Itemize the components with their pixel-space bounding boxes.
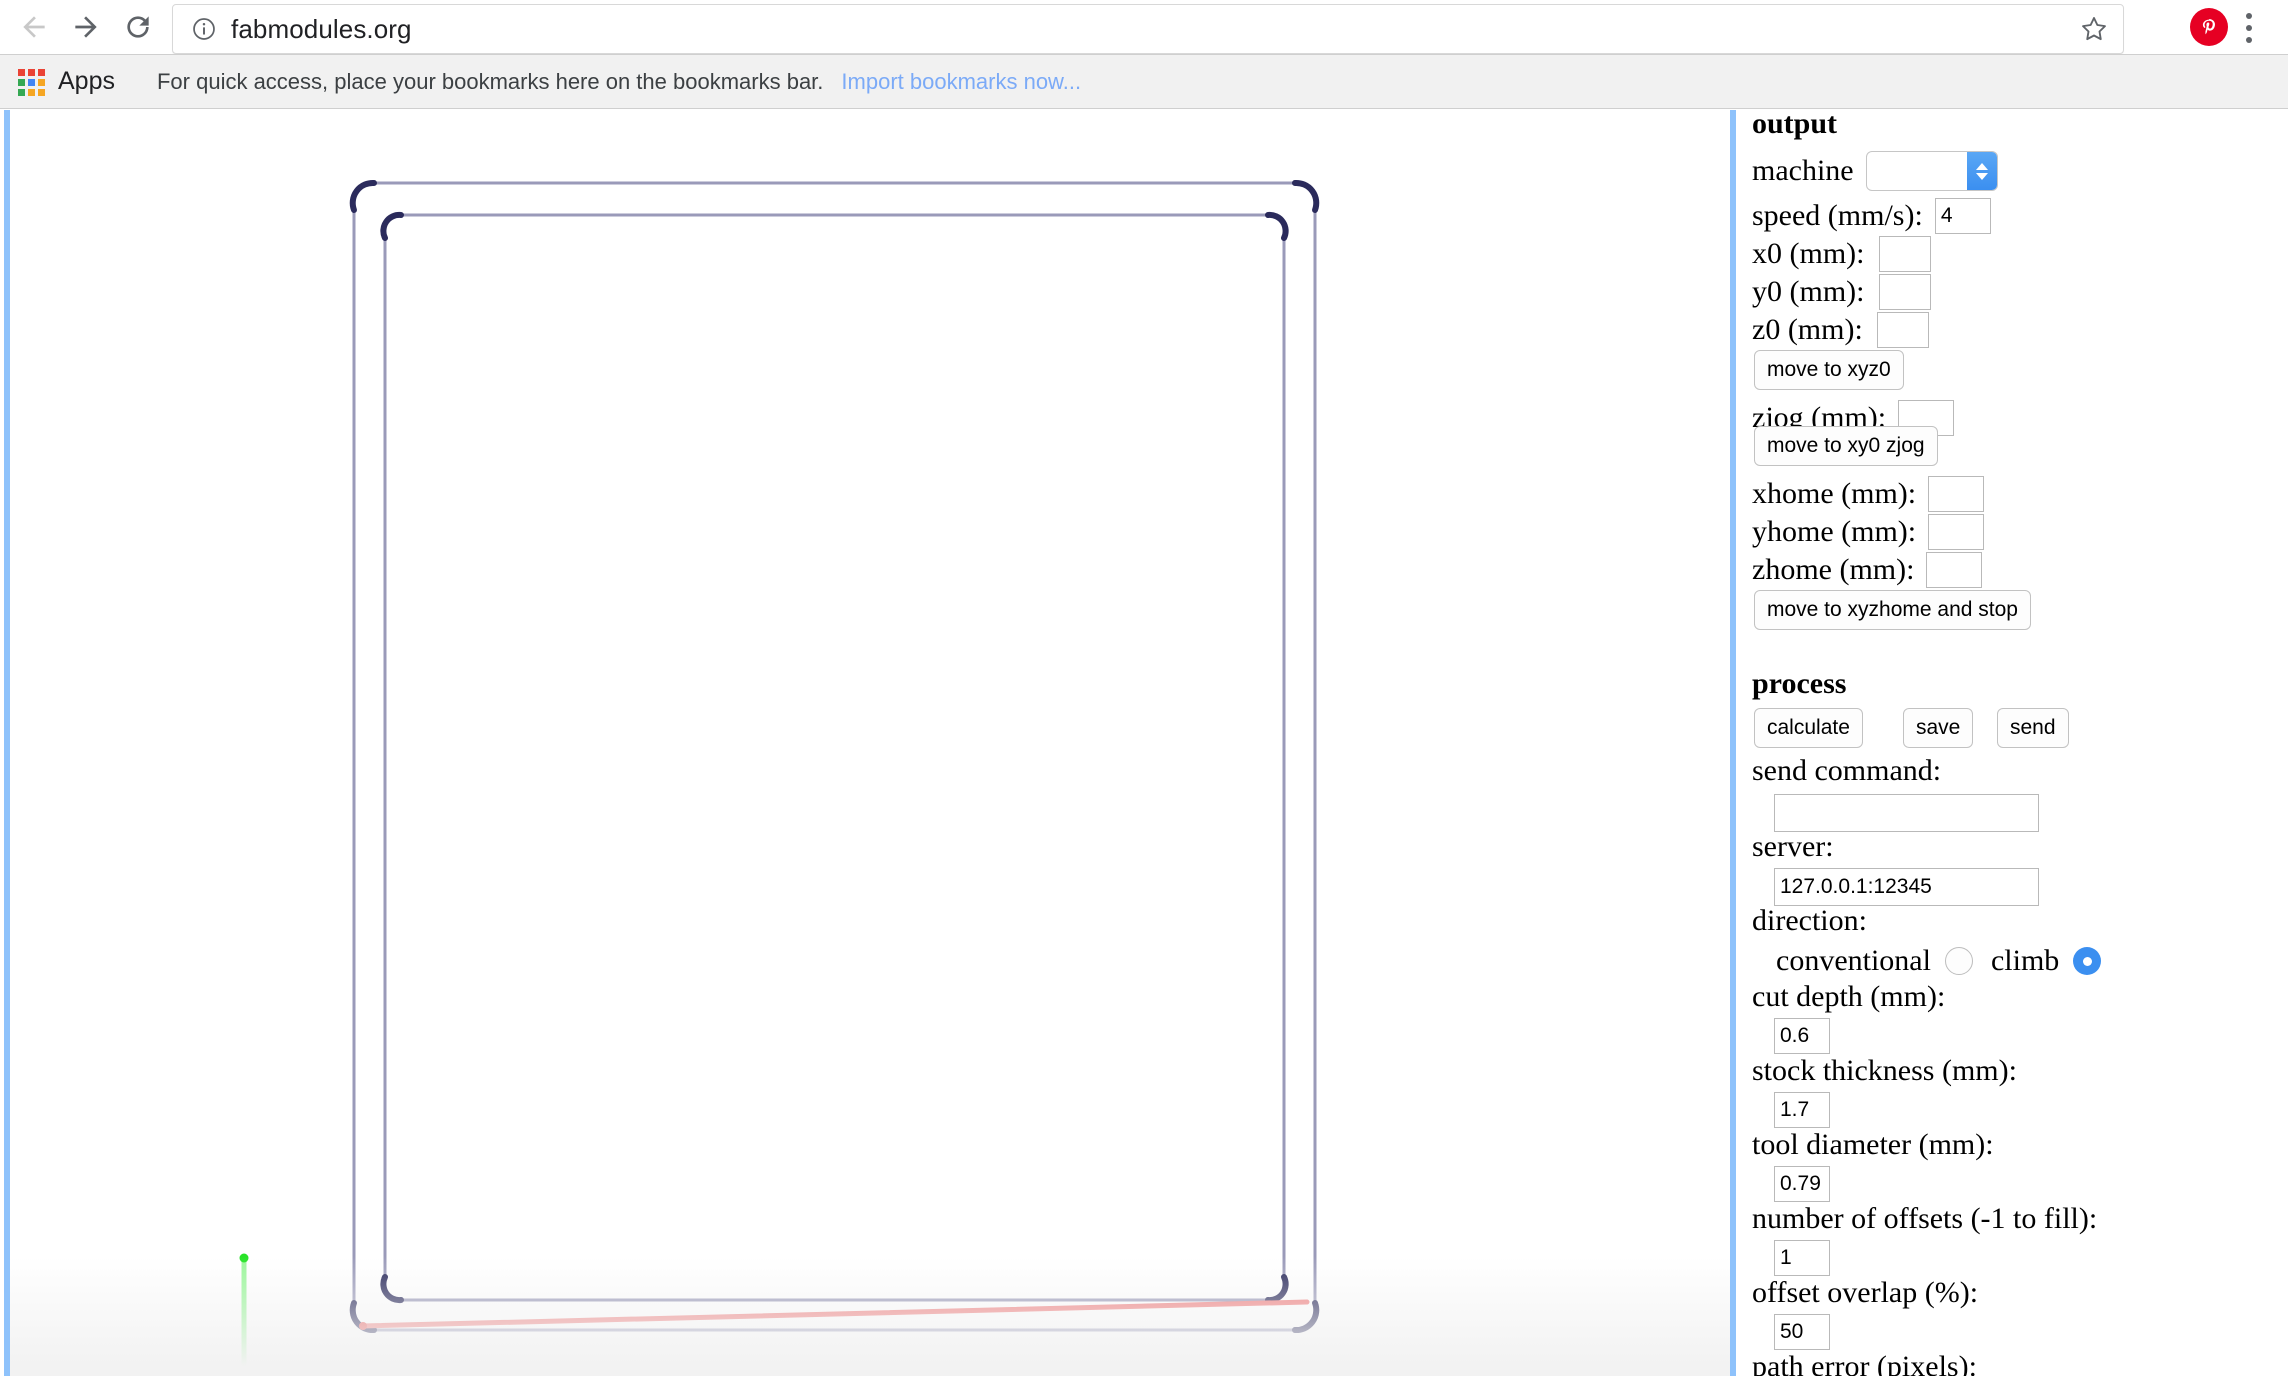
path-error-label: path error (pixels): bbox=[1752, 1350, 1977, 1376]
conventional-label: conventional bbox=[1776, 944, 1931, 977]
apps-cell-6 bbox=[38, 78, 45, 86]
send-command-label: send command: bbox=[1752, 754, 1942, 787]
apps-cell-9 bbox=[38, 88, 45, 96]
move-to-xyzhome-and-stop-button[interactable]: move to xyzhome and stop bbox=[1754, 590, 2031, 630]
apps-cell-7 bbox=[18, 88, 25, 96]
xhome-row: xhome (mm): bbox=[1752, 476, 1985, 512]
machine-label: machine bbox=[1752, 154, 1854, 187]
offset-overlap-input[interactable] bbox=[1774, 1314, 1830, 1350]
address-bar[interactable]: fabmodules.org bbox=[172, 4, 2124, 54]
apps-cell-1 bbox=[18, 68, 25, 76]
y0-label: y0 (mm): bbox=[1752, 275, 1865, 308]
apps-cell-2 bbox=[28, 68, 35, 76]
z0-row: z0 (mm): bbox=[1752, 312, 1929, 348]
direction-label: direction: bbox=[1752, 904, 1867, 937]
kebab-dot-top bbox=[2246, 13, 2252, 19]
inner-toolpath bbox=[380, 211, 1289, 1304]
move-to-xy0-zjog-button[interactable]: move to xy0 zjog bbox=[1754, 426, 1938, 466]
zhome-label: zhome (mm): bbox=[1752, 553, 1915, 586]
save-button[interactable]: save bbox=[1903, 708, 1974, 748]
direction-options: conventional climb bbox=[1776, 944, 2102, 978]
stock-thickness-input[interactable] bbox=[1774, 1092, 1830, 1128]
outer-toolpath bbox=[349, 179, 1320, 1334]
apps-label[interactable]: Apps bbox=[58, 67, 115, 96]
kebab-dot-bottom bbox=[2246, 37, 2252, 43]
control-panel: output machine speed (mm/s): x0 (mm): y0 bbox=[1736, 110, 2288, 1376]
apps-cell-3 bbox=[38, 68, 45, 76]
browser-menu-button[interactable] bbox=[2245, 13, 2253, 43]
cut-depth-label: cut depth (mm): bbox=[1752, 980, 1946, 1013]
climb-label: climb bbox=[1990, 944, 2060, 977]
server-input[interactable] bbox=[1774, 868, 2039, 906]
output-section-title: output bbox=[1752, 110, 1838, 140]
apps-grid-icon[interactable] bbox=[18, 68, 45, 96]
y0-row: y0 (mm): bbox=[1752, 274, 1931, 310]
rapid-move-path bbox=[359, 1299, 1310, 1330]
process-section-title: process bbox=[1752, 667, 1847, 700]
reload-button[interactable] bbox=[112, 1, 164, 53]
info-circle-icon[interactable] bbox=[191, 16, 217, 42]
cut-depth-input[interactable] bbox=[1774, 1018, 1830, 1054]
toolpath-canvas[interactable] bbox=[10, 110, 1730, 1376]
yhome-row: yhome (mm): bbox=[1752, 514, 1985, 550]
pinterest-glyph bbox=[2190, 8, 2228, 46]
bookmarks-hint-text: For quick access, place your bookmarks h… bbox=[156, 68, 824, 94]
number-of-offsets-label: number of offsets (-1 to fill): bbox=[1752, 1202, 2098, 1235]
import-bookmarks-link[interactable]: Import bookmarks now... bbox=[841, 69, 1081, 95]
back-button[interactable] bbox=[8, 1, 60, 53]
number-of-offsets-input[interactable] bbox=[1774, 1240, 1830, 1276]
tool-diameter-input[interactable] bbox=[1774, 1166, 1830, 1202]
address-bar-url: fabmodules.org bbox=[231, 13, 412, 44]
calculate-button[interactable]: calculate bbox=[1754, 708, 1863, 748]
x0-input[interactable] bbox=[1878, 236, 1931, 272]
origin-marker bbox=[239, 1253, 249, 1376]
browser-chrome: fabmodules.org Apps For quick access, pl… bbox=[0, 0, 2288, 110]
apps-cell-4 bbox=[18, 78, 25, 86]
page-content: output machine speed (mm/s): x0 (mm): y0 bbox=[0, 110, 2288, 1376]
z0-label: z0 (mm): bbox=[1752, 313, 1863, 346]
z0-input[interactable] bbox=[1876, 312, 1929, 348]
offset-overlap-label: offset overlap (%): bbox=[1752, 1276, 1979, 1309]
forward-button[interactable] bbox=[60, 1, 112, 53]
apps-cell-5 bbox=[28, 78, 35, 86]
yhome-label: yhome (mm): bbox=[1752, 515, 1917, 548]
send-command-input[interactable] bbox=[1774, 794, 2039, 832]
browser-toolbar: fabmodules.org bbox=[0, 0, 2288, 54]
machine-row: machine bbox=[1752, 150, 1998, 192]
yhome-input[interactable] bbox=[1928, 514, 1985, 550]
speed-input[interactable] bbox=[1934, 198, 1991, 234]
xhome-input[interactable] bbox=[1928, 476, 1985, 512]
climb-radio[interactable] bbox=[2073, 947, 2102, 975]
pinterest-extension-icon[interactable] bbox=[2190, 8, 2230, 48]
tool-diameter-label: tool diameter (mm): bbox=[1752, 1128, 1994, 1161]
speed-row: speed (mm/s): bbox=[1752, 198, 1991, 234]
machine-select[interactable] bbox=[1865, 151, 1998, 191]
zhome-row: zhome (mm): bbox=[1752, 552, 1983, 588]
y0-input[interactable] bbox=[1878, 274, 1931, 310]
x0-row: x0 (mm): bbox=[1752, 236, 1931, 272]
stock-thickness-label: stock thickness (mm): bbox=[1752, 1054, 2017, 1087]
server-label: server: bbox=[1752, 830, 1834, 863]
speed-label: speed (mm/s): bbox=[1752, 199, 1923, 232]
kebab-dot-mid bbox=[2246, 25, 2252, 31]
xhome-label: xhome (mm): bbox=[1752, 477, 1917, 510]
bookmarks-bar: Apps For quick access, place your bookma… bbox=[0, 54, 2288, 109]
send-button[interactable]: send bbox=[1997, 708, 2069, 748]
x0-label: x0 (mm): bbox=[1752, 237, 1865, 270]
conventional-radio[interactable] bbox=[1944, 947, 1973, 975]
zhome-input[interactable] bbox=[1926, 552, 1983, 588]
bookmark-star-icon[interactable] bbox=[2079, 14, 2109, 44]
move-to-xyz0-button[interactable]: move to xyz0 bbox=[1754, 350, 1904, 390]
apps-cell-8 bbox=[28, 88, 35, 96]
